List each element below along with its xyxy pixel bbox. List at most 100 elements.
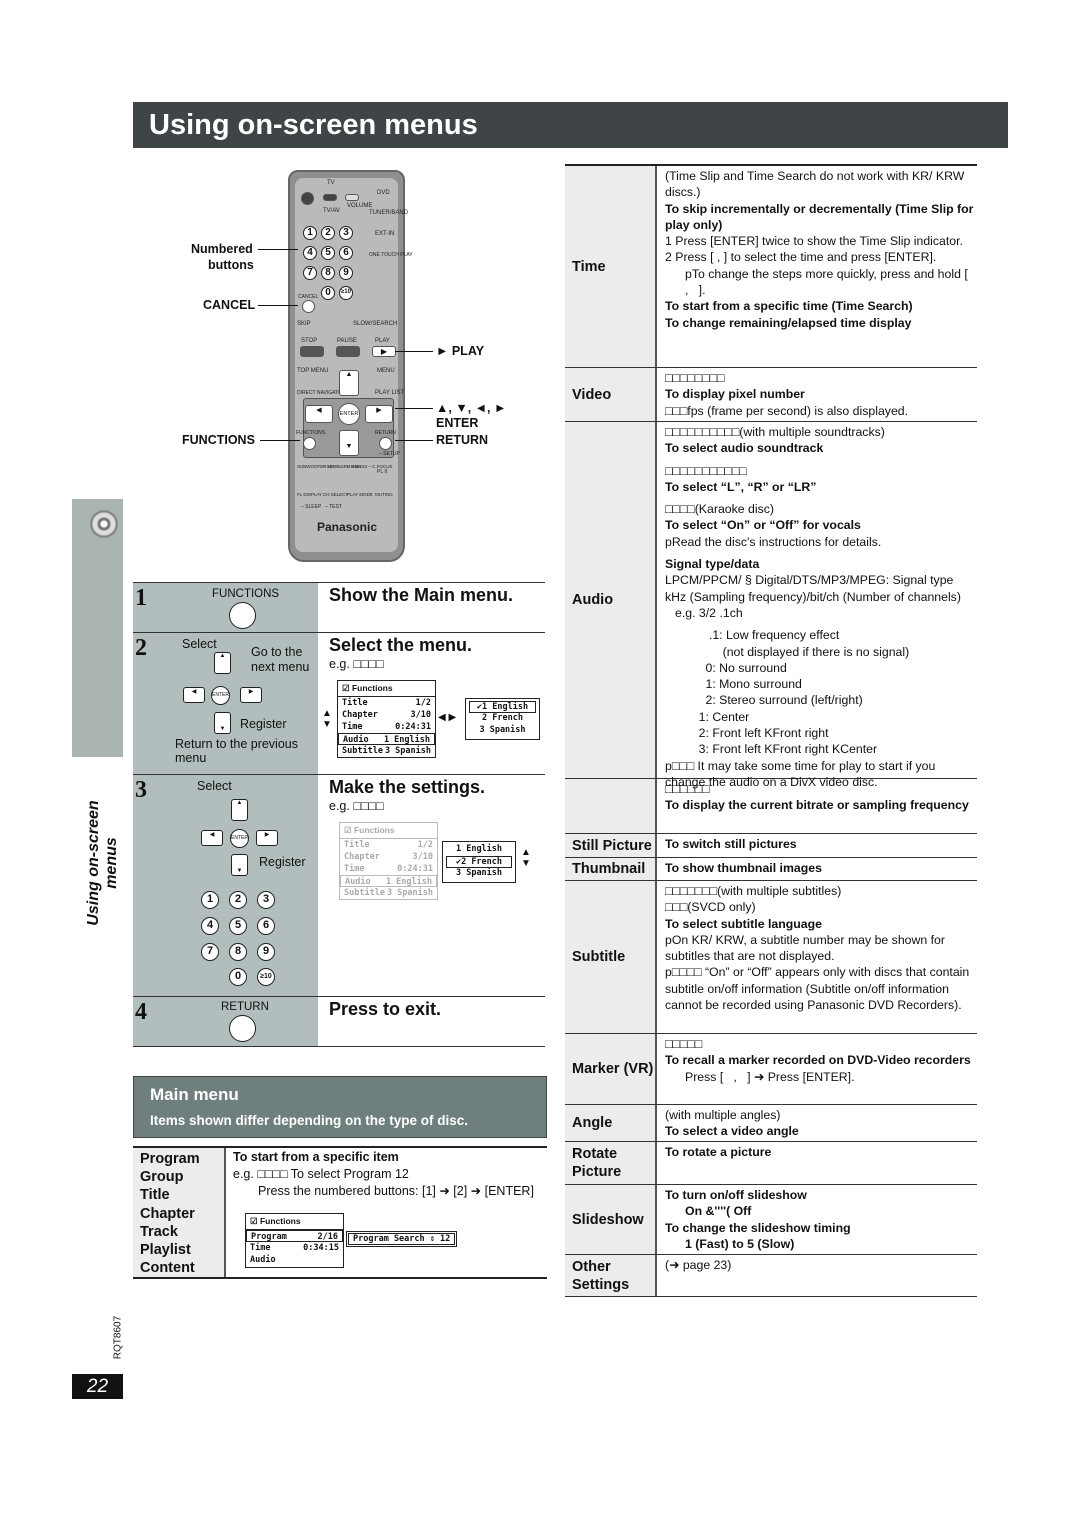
description-line: pTo change the steps more quickly, press… [685, 266, 979, 298]
osd-option-label: 1 English [455, 844, 503, 854]
description-line: To select “On” or “Off” for vocals [665, 518, 861, 533]
setting-description: (➜ page 23) [657, 1255, 977, 1296]
remote-label-topmenu: TOP MENU [297, 368, 329, 374]
remote-digit-button: 2 [321, 226, 335, 240]
register-label: Register [259, 855, 306, 869]
program-functions-osd: ☑ Functions Program 2/16 Time 0:34:15 Audio [245, 1213, 344, 1268]
osd-title: ☑ Functions [246, 1214, 343, 1230]
osd-title: ☑ Functions [338, 681, 435, 697]
setting-label: Thumbnail [565, 858, 657, 880]
osd-row-value: 3/10 [410, 710, 431, 720]
steps-table: 1 FUNCTIONS Show the Main menu. 2 Select… [133, 582, 545, 1047]
osd-row-label: Audio [345, 877, 371, 887]
enter-button: ENTER [338, 403, 360, 425]
remote-digit-button: 0 [321, 286, 335, 300]
setting-description: (Time Slip and Time Search do not work w… [657, 166, 977, 367]
description-line: To display pixel number [665, 387, 805, 402]
osd-row-value: 1 English [385, 877, 432, 887]
description-line: 2: Stereo surround (left/right) [685, 693, 863, 708]
setting-label: Time [565, 166, 657, 367]
settings-row: Subtitle □□□□□□□(with multiple subtitles)… [565, 881, 977, 1034]
osd-row: Time 0:24:31 [340, 863, 437, 875]
osd-option: 3 Spanish [469, 725, 536, 737]
setting-label: Marker (VR) [565, 1034, 657, 1104]
description-line: To select a video angle [665, 1124, 799, 1139]
item-instructions: Press the numbered buttons: [1] ➜ [2] ➜ … [258, 1184, 534, 1198]
remote-digit-button: ≥10 [339, 286, 353, 300]
osd-row-label: Time [342, 722, 363, 732]
description-line: □□□□□□□(with multiple subtitles) [665, 884, 842, 898]
description-line: To rotate a picture [665, 1145, 772, 1159]
return-button [379, 437, 392, 450]
main-menu-item: Program [140, 1151, 200, 1167]
osd-option-label: 1 English [482, 702, 529, 712]
item-description-title: To start from a specific item [233, 1150, 399, 1164]
remote-label-fldisplay: FL DISPLAY [297, 492, 323, 497]
power-button [301, 192, 314, 205]
callout-numbered: Numbered [191, 242, 253, 256]
osd-option-label: 3 Spanish [455, 868, 503, 878]
left-right-arrows-icon: ◀ ▶ [438, 712, 457, 723]
cancel-button [302, 300, 315, 313]
go-next-label: Go to the next menu [251, 645, 310, 674]
remote-label-tv: TV [327, 180, 335, 186]
description-line: To skip incrementally or decrementally (… [665, 201, 974, 232]
description-line: To switch still pictures [665, 837, 797, 851]
remote-label-playlist: PLAY LIST [375, 390, 405, 396]
left-key-icon: ◀ [201, 830, 223, 846]
up-down-arrows-icon: ▲ ▼ [322, 708, 332, 730]
numbered-button-icon: 4 [201, 917, 219, 935]
remote-label-slow: SLOW/SEARCH [353, 321, 398, 327]
return-previous-label: Return to the previous menu [175, 737, 298, 765]
down-key-icon: ▼ [231, 854, 248, 876]
osd-option-label: 2 French [461, 857, 503, 867]
remote-label-extin: EXT-IN [375, 231, 395, 237]
remote-label-pause: PAUSE [337, 338, 357, 344]
left-button: ◀ [305, 405, 333, 423]
osd-row-label: Subtitle [344, 888, 385, 898]
setting-description: □□□□□□□□ To display pixel number □□□fps (f… [657, 368, 977, 421]
step-number: 3 [135, 777, 147, 803]
setting-label: Rotate Picture [565, 1142, 657, 1184]
description-line: (➜ page 23) [665, 1258, 732, 1272]
volume-up-button [345, 194, 359, 201]
osd-row-label: Chapter [342, 710, 378, 720]
osd-title: ☑ Functions [340, 823, 437, 839]
main-menu-item: Title [140, 1187, 170, 1204]
osd-row-label: Time [250, 1243, 271, 1253]
description-line: pOn KR/ KRW, a subtitle number may be sh… [665, 932, 945, 964]
osd-row-value: 1 English [383, 735, 430, 745]
description-line: On &''''( Off [685, 1204, 752, 1219]
setting-label: Still Picture [565, 834, 657, 857]
description-line: 1: Mono surround [685, 677, 802, 692]
step-number: 4 [135, 999, 147, 1025]
callout-return: RETURN [436, 433, 489, 447]
settings-row: Angle (with multiple angles) To select a v… [565, 1105, 977, 1142]
stop-button [300, 346, 324, 357]
description-line: e.g. 3/2 .1ch [675, 605, 743, 620]
numbered-button-icon: ≥10 [257, 968, 275, 986]
main-menu-item-list: Program Group Title Chapter Track Playlist Con… [133, 1148, 226, 1277]
description-line: p□□□□ “On” or “Off” appears only with di… [665, 965, 970, 1013]
select-label: Select [182, 637, 217, 651]
description-line: □□□□□ [665, 1037, 703, 1051]
description-line: .1: Low frequency effect [685, 628, 840, 643]
osd-row-label: Program [251, 1232, 287, 1242]
osd-row-value: 1/2 [415, 698, 431, 708]
remote-digit-button: 3 [339, 226, 353, 240]
description-line: To show thumbnail images [665, 861, 822, 875]
description-line: To display the current bitrate or sampli… [665, 798, 969, 813]
settings-row: Video □□□□□□□□ To display pixel number □□□f… [565, 368, 977, 422]
settings-row: Marker (VR) □□□□□ To recall a marker recor… [565, 1034, 977, 1105]
description-line: (Time Slip and Time Search do not work w… [665, 169, 965, 200]
description-line: □□□□□□□□□□(with multiple soundtracks) [665, 425, 885, 439]
step-1: 1 FUNCTIONS Show the Main menu. [133, 582, 545, 632]
description-line: □□□□(Karaoke disc) [665, 502, 774, 517]
description-line: To select audio soundtrack [665, 441, 824, 456]
description-line: □□□fps (frame per second) is also displa… [665, 403, 909, 418]
remote-label-muting: MUTING [375, 492, 393, 497]
play-button: ▶ [372, 346, 396, 357]
return-button-icon [229, 1015, 256, 1042]
osd-row-label: Audio [250, 1255, 276, 1265]
osd-row-value: 0:34:15 [303, 1243, 339, 1253]
